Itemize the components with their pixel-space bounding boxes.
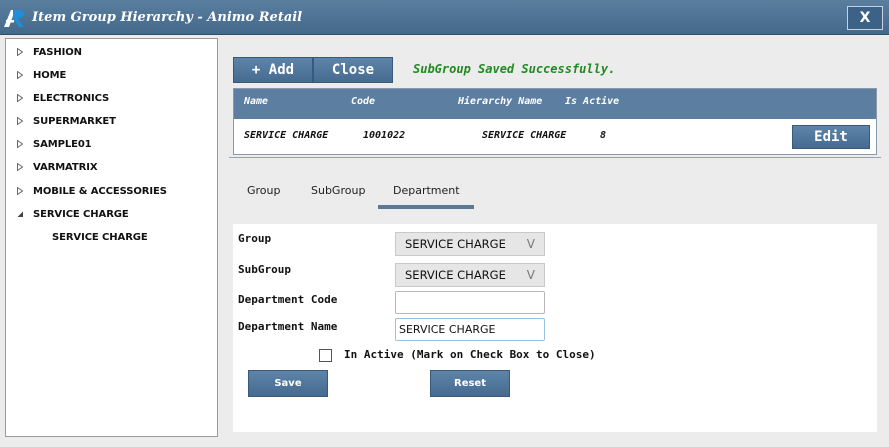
cell-hierarchy: SERVICE CHARGE: [482, 130, 567, 141]
expand-arrow-icon[interactable]: [17, 117, 23, 125]
department-name-field[interactable]: SERVICE CHARGE: [395, 318, 545, 341]
collapse-arrow-icon[interactable]: [17, 210, 23, 218]
app-logo-icon: [4, 10, 25, 27]
cell-active: 8: [600, 130, 607, 141]
grid-header: Name Code Hierarchy Name Is Active: [234, 89, 876, 119]
tree-item-home[interactable]: HOME: [6, 66, 217, 84]
subgroup-grid: Name Code Hierarchy Name Is Active SERVI…: [233, 88, 877, 155]
expand-arrow-icon[interactable]: [17, 71, 23, 79]
expand-arrow-icon[interactable]: [17, 140, 23, 148]
tree-item-label: SAMPLE01: [33, 138, 92, 150]
chevron-down-icon: V: [526, 237, 535, 251]
tree-item-fashion[interactable]: FASHION: [6, 43, 217, 61]
column-header-hierarchy: Hierarchy Name: [458, 96, 543, 107]
save-button[interactable]: Save: [248, 370, 328, 397]
column-header-name: Name: [244, 96, 269, 107]
tree-item-sample01[interactable]: SAMPLE01: [6, 135, 217, 153]
expand-arrow-icon[interactable]: [17, 94, 23, 102]
tree-child-service-charge[interactable]: SERVICE CHARGE: [6, 228, 217, 246]
expand-arrow-icon[interactable]: [17, 48, 23, 56]
divider: [229, 157, 881, 158]
department-code-field[interactable]: [395, 291, 545, 314]
tree-item-electronics[interactable]: ELECTRONICS: [6, 89, 217, 107]
inactive-checkbox-label: In Active (Mark on Check Box to Close): [344, 348, 596, 361]
tab-subgroup[interactable]: SubGroup: [311, 184, 365, 197]
tree-item-label: SUPERMARKET: [33, 115, 116, 127]
tree-child-label: SERVICE CHARGE: [52, 231, 148, 243]
tab-group[interactable]: Group: [247, 184, 281, 197]
chevron-down-icon: V: [526, 268, 535, 282]
column-header-code: Code: [351, 96, 376, 107]
subgroup-label: SubGroup: [238, 263, 291, 276]
cell-code: 1001022: [363, 130, 406, 141]
tree-item-label: FASHION: [33, 46, 82, 58]
tree-item-mobile-accessories[interactable]: MOBILE & ACCESSORIES: [6, 182, 217, 200]
subgroup-select[interactable]: SERVICE CHARGE V: [395, 263, 545, 287]
hierarchy-tree: FASHION HOME ELECTRONICS SUPERMARKET SAM…: [5, 38, 218, 437]
subgroup-select-value: SERVICE CHARGE: [405, 268, 506, 282]
expand-arrow-icon[interactable]: [17, 163, 23, 171]
expand-arrow-icon[interactable]: [17, 187, 23, 195]
tree-item-label: HOME: [33, 69, 67, 81]
column-header-active: Is Active: [565, 96, 620, 107]
edit-button[interactable]: Edit: [792, 125, 870, 149]
tree-item-label: MOBILE & ACCESSORIES: [33, 185, 167, 197]
tree-item-service-charge[interactable]: SERVICE CHARGE: [6, 205, 217, 223]
window-close-button[interactable]: X: [847, 6, 883, 30]
cell-name: SERVICE CHARGE: [244, 130, 329, 141]
active-tab-indicator: [378, 205, 474, 209]
close-button[interactable]: Close: [313, 57, 393, 83]
group-label: Group: [238, 232, 272, 245]
add-button[interactable]: + Add: [233, 57, 313, 83]
group-select[interactable]: SERVICE CHARGE V: [395, 232, 545, 256]
tree-item-varmatrix[interactable]: VARMATRIX: [6, 158, 217, 176]
reset-button[interactable]: Reset: [430, 370, 510, 397]
group-select-value: SERVICE CHARGE: [405, 237, 506, 251]
status-message: SubGroup Saved Successfully.: [413, 62, 616, 76]
tree-item-label: SERVICE CHARGE: [33, 208, 129, 220]
tree-item-supermarket[interactable]: SUPERMARKET: [6, 112, 217, 130]
department-form: Group SERVICE CHARGE V SubGroup SERVICE …: [233, 224, 877, 432]
title-bar: Item Group Hierarchy - Animo Retail X: [0, 0, 889, 35]
tree-item-label: ELECTRONICS: [33, 92, 110, 104]
department-code-label: Department Code: [238, 293, 338, 306]
tree-item-label: VARMATRIX: [33, 161, 98, 173]
inactive-checkbox[interactable]: [319, 349, 332, 362]
window-title: Item Group Hierarchy - Animo Retail: [32, 10, 303, 25]
tab-department[interactable]: Department: [393, 184, 460, 197]
department-name-label: Department Name: [238, 320, 338, 333]
